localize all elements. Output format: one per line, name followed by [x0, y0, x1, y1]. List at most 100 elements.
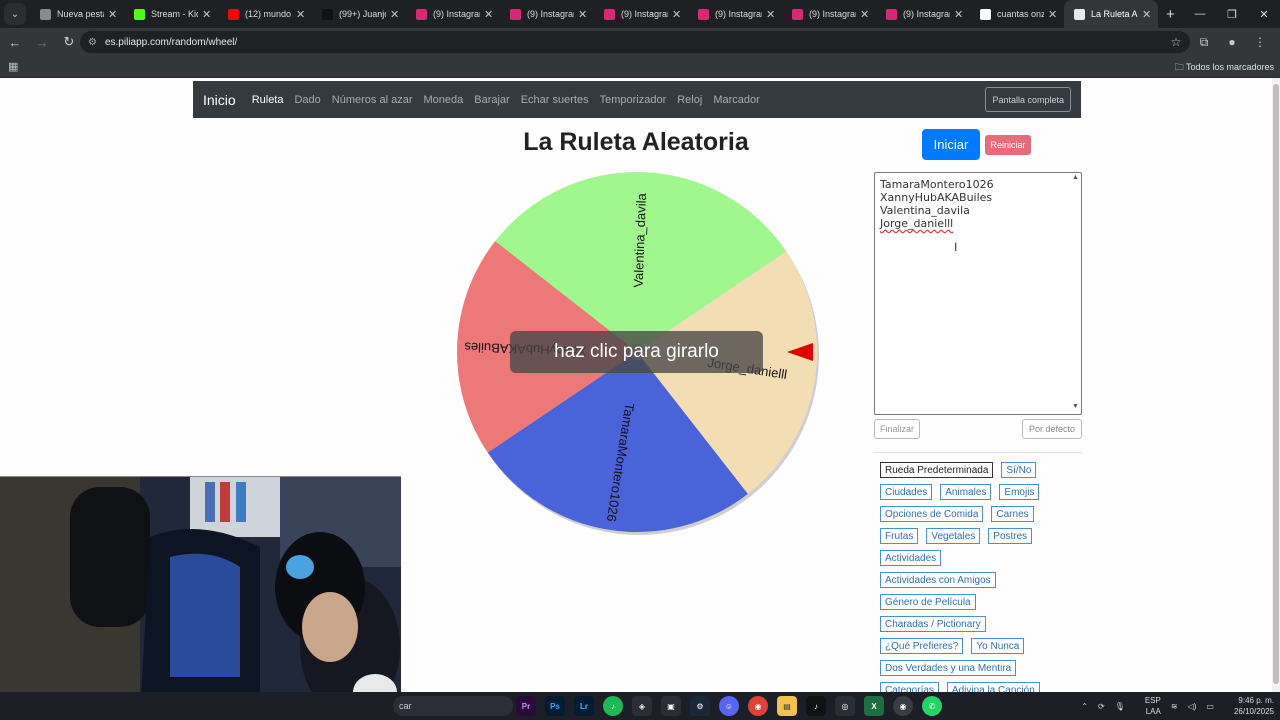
spin-overlay[interactable]: haz clic para girarlo	[510, 331, 763, 373]
epic-games-icon[interactable]: ▣	[661, 696, 681, 716]
nav-link[interactable]: Ruleta	[252, 94, 284, 106]
preset-button[interactable]: Rueda Predeterminada	[880, 462, 994, 478]
tab-close-icon[interactable]: ✕	[1048, 8, 1058, 21]
spotify-icon[interactable]: ♪	[603, 696, 623, 716]
premiere-icon[interactable]: Pr	[516, 696, 536, 716]
preset-button[interactable]: Ciudades	[880, 484, 933, 500]
reset-button[interactable]: Reiniciar	[985, 135, 1031, 155]
nav-link[interactable]: Reloj	[677, 94, 702, 106]
browser-tab[interactable]: (9) Instagram ✕	[500, 0, 594, 28]
browser-tab[interactable]: La Ruleta Al ✕	[1064, 0, 1158, 28]
preset-button[interactable]: Dos Verdades y una Mentira	[880, 660, 1017, 676]
nav-link[interactable]: Moneda	[423, 94, 463, 106]
apps-grid-icon[interactable]: ▦	[8, 60, 18, 73]
preset-button[interactable]: Emojis	[999, 484, 1040, 500]
tab-close-icon[interactable]: ✕	[108, 8, 118, 21]
wifi-icon[interactable]: ≋	[1171, 702, 1178, 711]
obs-icon[interactable]: ◎	[835, 696, 855, 716]
browser-tab[interactable]: (9) Instagram ✕	[688, 0, 782, 28]
page-scrollbar[interactable]	[1272, 78, 1280, 692]
nav-link[interactable]: Temporizador	[600, 94, 667, 106]
excel-icon[interactable]: X	[864, 696, 884, 716]
nav-link[interactable]: Barajar	[474, 94, 509, 106]
scroll-up-icon[interactable]: ▲	[1072, 174, 1079, 181]
tab-close-icon[interactable]: ✕	[860, 8, 870, 21]
browser-tab[interactable]: (9) Instagram ✕	[782, 0, 876, 28]
browser-tab[interactable]: (12) mundo ✕	[218, 0, 312, 28]
clock[interactable]: 9:46 p. m. 26/10/2025	[1224, 695, 1274, 717]
entries-textarea[interactable]: TamaraMontero1026 XannyHubAKABuiles Valent…	[874, 172, 1082, 415]
bookmark-star-icon[interactable]: ☆	[1162, 30, 1190, 54]
battery-icon[interactable]: ▭	[1206, 702, 1214, 711]
profile-avatar[interactable]: ●	[1218, 30, 1246, 54]
photoshop-icon[interactable]: Ps	[545, 696, 565, 716]
preset-button[interactable]: Sí/No	[1001, 462, 1037, 478]
lightroom-icon[interactable]: Lr	[574, 696, 594, 716]
preset-button[interactable]: Adivina la Canción	[946, 682, 1040, 692]
preset-button[interactable]: Género de Película	[880, 594, 976, 610]
address-bar[interactable]: ⚙ es.piliapp.com/random/wheel/	[80, 31, 1190, 53]
preset-button[interactable]: Carnes	[991, 506, 1034, 522]
app-icon[interactable]: ◈	[632, 696, 652, 716]
tab-close-icon[interactable]: ✕	[484, 8, 494, 21]
preset-button[interactable]: Actividades con Amigos	[880, 572, 996, 588]
preset-button[interactable]: Opciones de Comida	[880, 506, 984, 522]
volume-icon[interactable]: ◁)	[1188, 702, 1197, 711]
nav-link[interactable]: Marcador	[713, 94, 759, 106]
tab-close-icon[interactable]: ✕	[1142, 8, 1152, 21]
steam-icon[interactable]: ⚙	[690, 696, 710, 716]
browser-tab[interactable]: (9) Instagram ✕	[876, 0, 970, 28]
page-scrollbar-thumb[interactable]	[1273, 84, 1279, 684]
nav-link[interactable]: Dado	[294, 94, 320, 106]
language-indicator[interactable]: ESP LAA	[1135, 695, 1161, 717]
tray-chevron-icon[interactable]: ⌃	[1081, 702, 1088, 711]
tiktok-icon[interactable]: ♪	[806, 696, 826, 716]
nav-link[interactable]: Echar suertes	[521, 94, 589, 106]
preset-button[interactable]: Frutas	[880, 528, 919, 544]
browser-tab[interactable]: (9) Instagram ✕	[406, 0, 500, 28]
fullscreen-button[interactable]: Pantalla completa	[985, 87, 1071, 112]
close-window-button[interactable]: ✕	[1248, 0, 1280, 28]
preset-button[interactable]: Charadas / Pictionary	[880, 616, 986, 632]
maximize-button[interactable]: ❐	[1216, 0, 1248, 28]
whatsapp-icon[interactable]: ✆	[922, 696, 942, 716]
forward-icon[interactable]: →	[30, 30, 54, 54]
browser-tab[interactable]: (99+) Juanjo ✕	[312, 0, 406, 28]
preset-button[interactable]: Postres	[988, 528, 1033, 544]
start-button[interactable]: Iniciar	[922, 129, 980, 160]
tab-close-icon[interactable]: ✕	[202, 8, 212, 21]
textarea-scrollbar[interactable]: ▲ ▼	[1070, 174, 1080, 414]
tab-close-icon[interactable]: ✕	[578, 8, 588, 21]
preset-button[interactable]: Actividades	[880, 550, 942, 566]
back-icon[interactable]: ←	[3, 30, 27, 54]
browser-tab[interactable]: (9) Instagram ✕	[594, 0, 688, 28]
scroll-down-icon[interactable]: ▼	[1072, 403, 1079, 410]
discord-icon[interactable]: ☺	[719, 696, 739, 716]
tray-app-icon[interactable]: ⟳	[1098, 702, 1105, 711]
chrome-icon[interactable]: ◉	[748, 696, 768, 716]
extensions-icon[interactable]: ⧉	[1190, 30, 1218, 54]
mic-icon[interactable]: 🎙	[1115, 702, 1125, 711]
default-button[interactable]: Por defecto	[1022, 419, 1082, 439]
menu-icon[interactable]: ⋮	[1246, 30, 1274, 54]
taskbar-search[interactable]: car	[393, 696, 513, 716]
preset-button[interactable]: Vegetales	[926, 528, 981, 544]
finish-button[interactable]: Finalizar	[874, 419, 920, 439]
nav-link[interactable]: Números al azar	[332, 94, 413, 106]
preset-button[interactable]: Categorías	[880, 682, 939, 692]
tab-close-icon[interactable]: ✕	[766, 8, 776, 21]
site-info-icon[interactable]: ⚙	[88, 37, 97, 48]
preset-button[interactable]: ¿Qué Prefieres?	[880, 638, 964, 654]
file-explorer-icon[interactable]: ▤	[777, 696, 797, 716]
browser-tab[interactable]: cuantas onz ✕	[970, 0, 1064, 28]
all-bookmarks-button[interactable]: 🗀 Todos los marcadores	[1175, 60, 1274, 76]
site-brand-link[interactable]: Inicio	[203, 92, 236, 108]
tab-close-icon[interactable]: ✕	[296, 8, 306, 21]
reload-icon[interactable]: ↻	[57, 30, 81, 54]
preset-button[interactable]: Yo Nunca	[971, 638, 1025, 654]
tab-search-button[interactable]: ⌄	[4, 3, 26, 25]
new-tab-button[interactable]: +	[1166, 6, 1184, 23]
preset-button[interactable]: Animales	[940, 484, 992, 500]
browser-tab[interactable]: Stream - Kick ✕	[124, 0, 218, 28]
chrome-active-icon[interactable]: ◉	[893, 696, 913, 716]
